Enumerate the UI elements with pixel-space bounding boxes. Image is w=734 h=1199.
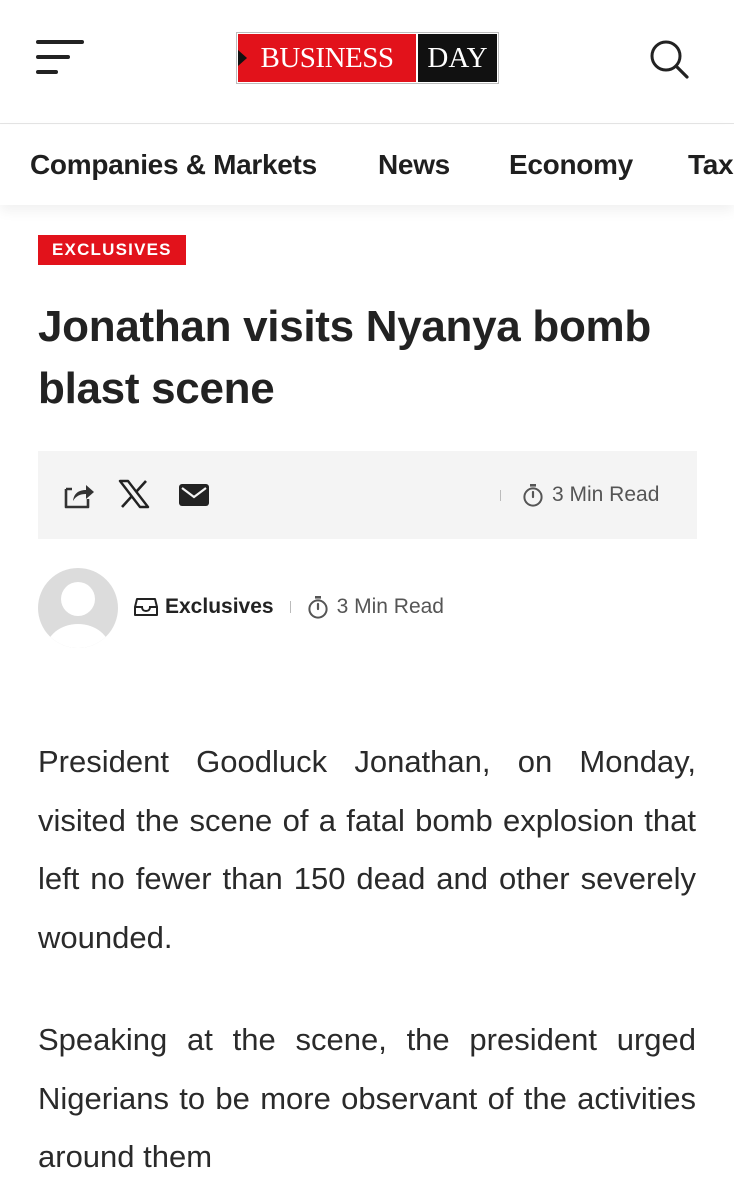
logo-business-text: BUSINESS [238, 34, 416, 82]
nav-item-companies-markets[interactable]: Companies & Markets [30, 149, 317, 181]
share-bar-read-time: 3 Min Read [522, 482, 659, 508]
article-meta: Exclusives 3 Min Read [134, 594, 444, 620]
meta-read-time: 3 Min Read [307, 595, 444, 619]
logo-day-text: DAY [418, 34, 497, 82]
article-paragraph: Speaking at the scene, the president urg… [38, 1022, 696, 1174]
share-icon[interactable] [62, 479, 96, 511]
email-icon[interactable] [178, 479, 212, 511]
nav-item-tax[interactable]: Tax [688, 149, 734, 181]
nav-item-economy[interactable]: Economy [509, 149, 633, 181]
category-badge[interactable]: EXCLUSIVES [38, 235, 186, 265]
inbox-icon [134, 598, 158, 616]
search-icon[interactable] [648, 38, 690, 80]
x-twitter-icon[interactable] [118, 479, 152, 511]
article-paragraph: President Goodluck Jonathan, on Monday, … [38, 744, 696, 955]
share-bar-divider [500, 490, 501, 501]
hamburger-menu-icon[interactable] [36, 40, 86, 76]
site-logo[interactable]: BUSINESS DAY [236, 32, 499, 84]
meta-category-label: Exclusives [165, 595, 274, 618]
author-avatar[interactable] [38, 568, 118, 648]
site-header: BUSINESS DAY [0, 0, 734, 124]
meta-read-time-text: 3 Min Read [336, 595, 444, 618]
nav-item-news[interactable]: News [378, 149, 450, 181]
share-bar: 3 Min Read [38, 451, 697, 539]
meta-category-link[interactable]: Exclusives [134, 595, 274, 619]
category-nav: Companies & Markets News Economy Tax [0, 125, 734, 205]
stopwatch-icon [307, 596, 328, 619]
stopwatch-icon [523, 484, 543, 507]
meta-divider [289, 601, 291, 613]
read-time-text: 3 Min Read [552, 483, 660, 506]
article-title: Jonathan visits Nyanya bomb blast scene [38, 302, 651, 413]
